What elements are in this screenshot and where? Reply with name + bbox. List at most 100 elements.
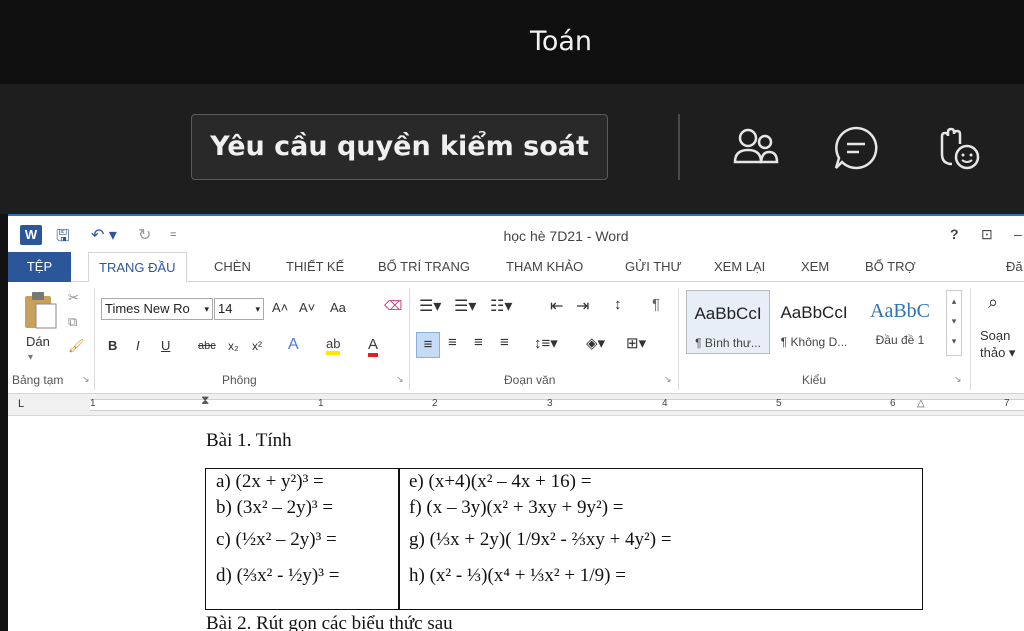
chat-icon[interactable] <box>832 124 880 172</box>
tab-references[interactable]: THAM KHẢO <box>506 252 583 282</box>
styles-scroll[interactable]: ▴ ▾ ▾ <box>946 290 962 356</box>
editing-label-2[interactable]: thảo ▾ <box>980 345 1015 361</box>
word-window: W 🖫 ↶ ▾ ↻ = học hè 7D21 - Word ? ⊡ – TỆP… <box>8 214 1024 631</box>
multilevel-list-icon[interactable]: ☷▾ <box>490 296 512 316</box>
table-cell: b) (3x² – 2y)³ = <box>216 497 334 518</box>
table-cell: h) (x² - ⅓)(x⁴ + ⅓x² + 1/9) = <box>409 565 626 586</box>
ruler-number: 7 <box>1004 398 1010 409</box>
line-spacing-icon[interactable]: ↕≡▾ <box>534 334 558 352</box>
font-size-combo[interactable]: 14 ▾ <box>214 298 264 320</box>
bold-button[interactable]: B <box>108 338 117 353</box>
numbering-icon[interactable]: ☰▾ <box>454 296 476 316</box>
tab-design[interactable]: THIẾT KẾ <box>286 252 344 282</box>
superscript-button[interactable]: x² <box>252 339 262 353</box>
paste-label[interactable]: Dán <box>26 334 50 349</box>
help-icon[interactable]: ? <box>950 226 959 242</box>
align-right-button[interactable]: ≡ <box>474 334 483 351</box>
tab-layout[interactable]: BỐ TRÍ TRANG <box>378 252 470 282</box>
table-cell: c) (½x² – 2y)³ = <box>216 529 337 550</box>
cut-icon[interactable]: ✂ <box>68 290 79 306</box>
people-icon[interactable] <box>731 124 779 172</box>
tab-review[interactable]: XEM LẠI <box>714 252 765 282</box>
paragraph-launcher-icon[interactable]: ↘ <box>664 374 672 385</box>
toolbar-divider <box>678 114 680 180</box>
ribbon-display-icon[interactable]: ⊡ <box>981 226 993 243</box>
styles-group-label: Kiểu <box>802 373 827 387</box>
editing-label[interactable]: Soạn <box>980 328 1010 343</box>
justify-button[interactable]: ≡ <box>500 334 509 351</box>
format-painter-icon[interactable]: 🖌 <box>68 338 85 354</box>
ruler-number: 3 <box>547 398 553 409</box>
style-normal[interactable]: AaBbCcI ¶ Bình thư... <box>686 290 770 354</box>
text-effects-icon[interactable]: A <box>288 336 299 354</box>
show-marks-icon[interactable]: ¶ <box>652 296 660 313</box>
style-no-spacing-sample: AaBbCcI <box>780 303 848 322</box>
sort-icon[interactable]: ↕ <box>614 296 622 313</box>
underline-button[interactable]: U <box>161 338 170 353</box>
style-normal-name: ¶ Bình thư... <box>695 336 761 350</box>
ruler-number: 1 <box>318 398 324 409</box>
ruler-strip[interactable] <box>90 399 1024 411</box>
paste-icon[interactable] <box>22 290 58 330</box>
style-heading1-name: Đầu đề 1 <box>875 333 925 347</box>
borders-icon[interactable]: ⊞▾ <box>626 334 646 352</box>
strikethrough-button[interactable]: abc <box>198 340 216 352</box>
style-no-spacing-name: ¶ Không D... <box>780 335 848 349</box>
meeting-title: Toán <box>529 26 593 57</box>
style-no-spacing[interactable]: AaBbCcI ¶ Không D... <box>772 290 856 354</box>
word-window-title: học hè 7D21 - Word <box>503 228 629 244</box>
clear-formatting-icon[interactable]: ⌫ <box>384 298 402 314</box>
ruler-number: 6 <box>890 398 896 409</box>
style-heading1[interactable]: AaBbC Đầu đề 1 <box>858 290 942 354</box>
italic-button[interactable]: I <box>136 338 140 353</box>
decrease-indent-icon[interactable]: ⇤ <box>550 296 563 316</box>
subscript-button[interactable]: x₂ <box>228 339 239 353</box>
tab-file[interactable]: TỆP <box>8 252 71 282</box>
group-separator <box>94 288 95 390</box>
styles-launcher-icon[interactable]: ↘ <box>954 374 962 385</box>
tab-account[interactable]: Đă <box>1006 252 1023 282</box>
table-column-divider <box>398 469 400 609</box>
table-cell: d) (⅔x² - ½y)³ = <box>216 565 340 586</box>
font-size-value: 14 <box>218 301 233 316</box>
tab-addins[interactable]: BỔ TRỢ <box>865 252 916 282</box>
table-cell: a) (2x + y²)³ = <box>216 471 324 492</box>
request-control-button[interactable]: Yêu cầu quyền kiểm soát <box>191 114 608 180</box>
document-page[interactable]: Bài 1. Tính a) (2x + y²)³ = b) (3x² – 2y… <box>8 416 1024 631</box>
minimize-icon[interactable]: – <box>1014 226 1022 242</box>
group-separator <box>409 288 410 390</box>
grow-font-icon[interactable]: A˄ <box>272 300 288 315</box>
group-separator <box>678 288 679 390</box>
ribbon: Dán ▾ ✂ ⧉ 🖌 Bảng tạm ↘ Times New Ro ▾ 14 ▾… <box>8 282 1024 394</box>
font-name-dropdown-icon[interactable]: ▾ <box>204 299 209 319</box>
raise-hand-icon[interactable] <box>934 124 982 172</box>
font-color-icon[interactable]: A <box>368 336 379 357</box>
shrink-font-icon[interactable]: A˅ <box>299 300 315 315</box>
screen: Toán Yêu cầu quyền kiểm soát W 🖫 ↶ ▾ ↻ =… <box>0 0 1024 631</box>
tab-insert[interactable]: CHÈN <box>214 252 251 282</box>
align-center-button[interactable]: ≡ <box>448 334 457 351</box>
font-name-combo[interactable]: Times New Ro ▾ <box>101 298 213 320</box>
increase-indent-icon[interactable]: ⇥ <box>576 296 589 316</box>
style-heading1-sample: AaBbC <box>870 300 930 322</box>
change-case-icon[interactable]: Aa <box>330 300 346 315</box>
font-size-dropdown-icon[interactable]: ▾ <box>255 299 260 319</box>
tab-view[interactable]: XEM <box>801 252 829 282</box>
font-launcher-icon[interactable]: ↘ <box>396 374 404 385</box>
right-indent-marker-icon[interactable]: △ <box>917 398 925 409</box>
tab-selector-icon[interactable]: L <box>18 398 24 410</box>
clipboard-launcher-icon[interactable]: ↘ <box>82 374 90 385</box>
ruler: L 1 1 2 3 4 5 6 7 ⧗ △ <box>8 393 1024 416</box>
tab-mailings[interactable]: GỬI THƯ <box>625 252 682 282</box>
highlight-icon[interactable]: ab <box>326 336 341 355</box>
copy-icon[interactable]: ⧉ <box>68 314 77 330</box>
tab-home[interactable]: TRANG ĐẦU <box>88 252 187 283</box>
indent-marker-icon[interactable]: ⧗ <box>201 393 209 408</box>
meeting-title-bar: Toán <box>0 0 1024 84</box>
word-titlebar: W 🖫 ↶ ▾ ↻ = học hè 7D21 - Word ? ⊡ – <box>8 216 1024 252</box>
find-binoculars-icon[interactable]: ⌕ <box>988 292 998 313</box>
bullets-icon[interactable]: ☰▾ <box>419 296 441 316</box>
align-left-button[interactable]: ≡ <box>416 332 440 358</box>
paste-dropdown-icon[interactable]: ▾ <box>28 352 33 363</box>
shading-icon[interactable]: ◈▾ <box>586 334 605 352</box>
